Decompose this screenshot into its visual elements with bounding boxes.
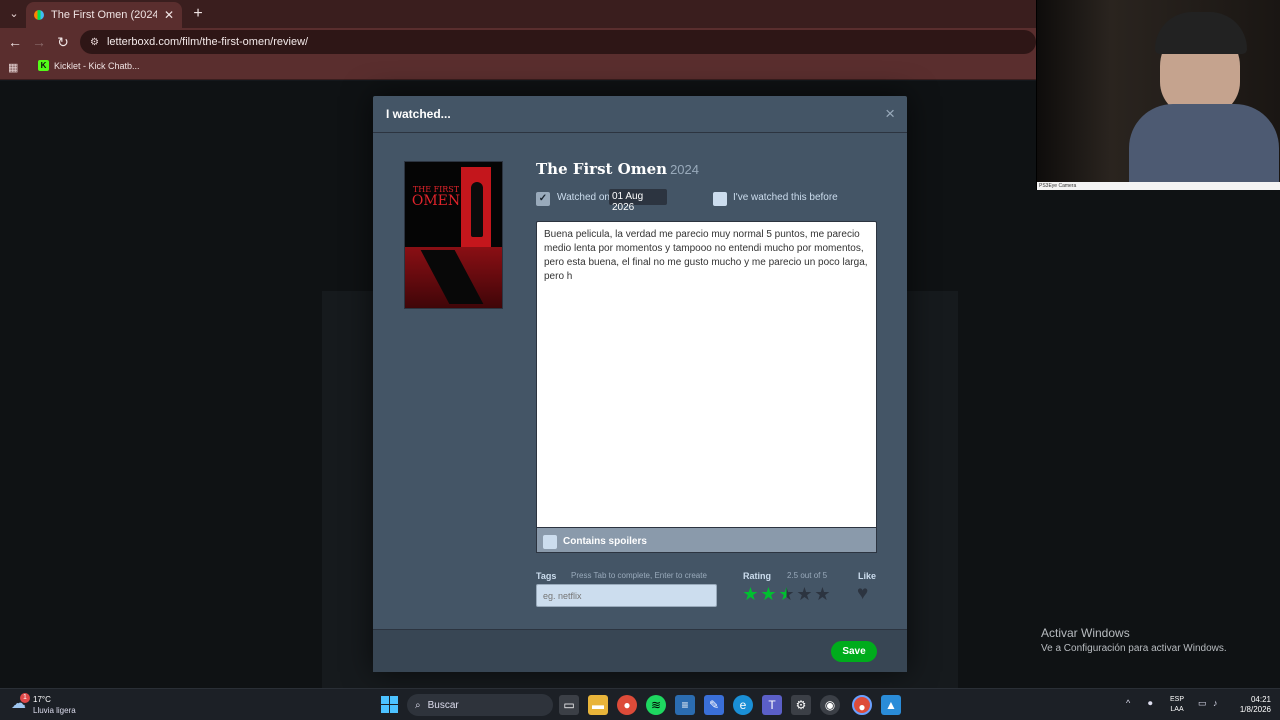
watched-before-label: I've watched this before — [733, 192, 838, 203]
spoilers-label: Contains spoilers — [563, 536, 647, 547]
reload-icon[interactable]: ↻ — [53, 32, 73, 52]
site-info-icon[interactable]: ⚙ — [90, 37, 99, 48]
film-poster: THE FIRST OMEN — [404, 161, 503, 309]
search-icon: ⌕ — [415, 699, 421, 711]
mic-icon[interactable]: ⏺ — [1148, 698, 1153, 709]
file-explorer-icon[interactable]: ▬ — [588, 695, 608, 715]
webcam-overlay: PS3Eye Camera — [1036, 0, 1280, 190]
close-icon[interactable]: × — [885, 104, 895, 124]
system-clock[interactable]: 04:21 1/8/2026 — [1231, 695, 1271, 715]
star-5-icon[interactable]: ★ — [814, 585, 831, 603]
windows-taskbar: ☁ 1 17°C Lluvia ligera ⌕ Buscar ▭ ▬ ● ≋ … — [0, 688, 1280, 720]
tags-hint: Press Tab to complete, Enter to create — [571, 571, 707, 580]
star-2-icon[interactable]: ★ — [760, 585, 777, 603]
volume-icon[interactable]: ♪ — [1213, 698, 1218, 708]
star-3-icon[interactable]: ★ — [778, 585, 795, 603]
bookmark-label: Kicklet - Kick Chatb... — [54, 60, 140, 71]
tags-input[interactable] — [536, 584, 717, 607]
language-indicator[interactable]: ESP LAA — [1170, 695, 1184, 715]
network-icon[interactable]: ▭ — [1198, 698, 1207, 709]
chrome-active-icon[interactable]: ● — [852, 695, 872, 715]
watched-before-checkbox[interactable] — [713, 192, 727, 206]
film-year[interactable]: 2024 — [670, 162, 699, 177]
like-label: Like — [858, 571, 877, 581]
search-placeholder: Buscar — [427, 699, 459, 711]
notes-icon[interactable]: ✎ — [704, 695, 724, 715]
poster-figure — [471, 182, 483, 237]
heart-icon[interactable]: ♥ — [857, 583, 868, 605]
chrome-icon[interactable]: ● — [617, 695, 637, 715]
tab-title: The First Omen (2024) directed — [51, 9, 157, 21]
kick-icon: K — [38, 60, 49, 71]
modal-header: I watched... × — [373, 96, 907, 133]
back-arrow-icon[interactable]: ← — [5, 32, 25, 52]
poster-title: THE FIRST OMEN — [411, 185, 461, 209]
webcam-person-body — [1129, 104, 1279, 184]
bookmark-kicklet[interactable]: K Kicklet - Kick Chatb... — [38, 60, 140, 71]
watched-on-label: Watched on — [557, 192, 610, 203]
tab-close-icon[interactable]: ✕ — [164, 8, 174, 22]
modal-title: I watched... — [386, 107, 451, 121]
browser-tab[interactable]: The First Omen (2024) directed ✕ — [26, 2, 182, 28]
spoilers-checkbox[interactable] — [543, 535, 557, 549]
weather-description[interactable]: Lluvia ligera — [33, 706, 76, 715]
rating-stars[interactable]: ★ ★ ★ ★ ★ — [742, 585, 831, 603]
spotify-icon[interactable]: ≋ — [646, 695, 666, 715]
windows-start-icon[interactable] — [381, 696, 398, 713]
forward-arrow-icon[interactable]: → — [29, 32, 49, 52]
save-button[interactable]: Save — [831, 641, 877, 662]
taskbar-search[interactable]: ⌕ Buscar — [407, 694, 553, 716]
star-4-icon[interactable]: ★ — [796, 585, 813, 603]
watched-on-checkbox[interactable]: ✓ — [536, 192, 550, 206]
weather-temperature[interactable]: 17°C — [33, 695, 51, 704]
edge-icon[interactable]: e — [733, 695, 753, 715]
apps-grid-icon[interactable]: ▦ — [8, 61, 18, 74]
activate-windows-watermark: Activar Windows Ve a Configuración para … — [1041, 626, 1227, 654]
modal-footer: Save — [373, 629, 907, 672]
app-icon[interactable]: ◉ — [820, 695, 840, 715]
address-bar[interactable]: ⚙ letterboxd.com/film/the-first-omen/rev… — [80, 30, 1036, 54]
log-film-modal: I watched... × THE FIRST OMEN The First … — [373, 96, 907, 672]
tags-label: Tags — [536, 571, 557, 581]
task-view-icon[interactable]: ▭ — [559, 695, 579, 715]
webcam-caption: PS3Eye Camera — [1037, 182, 1280, 190]
rating-label: Rating — [743, 571, 771, 581]
film-name: The First Omen — [536, 160, 668, 178]
new-tab-button[interactable]: + — [188, 4, 208, 24]
tray-chevron-icon[interactable]: ^ — [1126, 698, 1130, 708]
weather-badge: 1 — [20, 693, 30, 703]
review-textarea[interactable]: Buena pelicula, la verdad me parecio muy… — [536, 221, 877, 528]
notepad-icon[interactable]: ≡ — [675, 695, 695, 715]
rating-text: 2.5 out of 5 — [787, 571, 828, 580]
letterboxd-favicon-icon — [34, 10, 44, 20]
photos-icon[interactable]: ▲ — [881, 695, 901, 715]
watched-date-field[interactable]: 01 Aug 2026 — [609, 189, 667, 213]
url-text: letterboxd.com/film/the-first-omen/revie… — [106, 36, 309, 48]
tab-search-button[interactable]: ⌄ — [4, 4, 24, 24]
star-1-icon[interactable]: ★ — [742, 585, 759, 603]
film-title: The First Omen 2024 — [536, 160, 699, 178]
steam-icon[interactable]: ⚙ — [791, 695, 811, 715]
teams-icon[interactable]: T — [762, 695, 782, 715]
